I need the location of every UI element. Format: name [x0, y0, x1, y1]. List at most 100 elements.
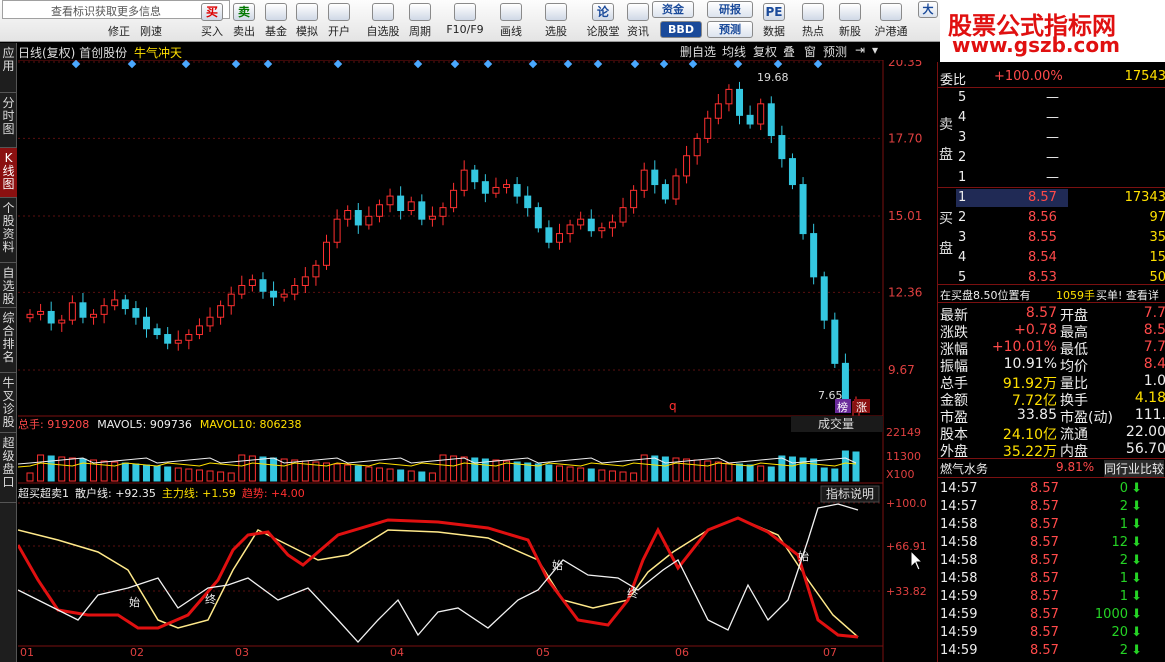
nav-tab-5[interactable]: 综合排名: [0, 308, 17, 373]
chart-header-button[interactable]: 均线: [722, 43, 746, 60]
candle: [37, 303, 45, 321]
toolbar-button[interactable]: 沪港通: [868, 0, 914, 42]
volume-bar: [534, 463, 542, 482]
main-force-line: [18, 516, 859, 639]
chart-header-button[interactable]: 复权: [753, 43, 777, 60]
chart-header-button[interactable]: 窗: [804, 43, 816, 60]
candle: [841, 353, 849, 407]
level-price: 8.53: [1028, 270, 1057, 285]
nav-tab-4[interactable]: 自选股: [0, 263, 17, 308]
bbd-button[interactable]: BBD: [660, 21, 702, 38]
candle: [291, 278, 299, 301]
candle: [513, 177, 521, 204]
down-arrow-icon: ⬇: [1131, 571, 1142, 586]
research-button[interactable]: 研报: [707, 1, 753, 18]
toolbar-button[interactable]: 自选股: [360, 0, 406, 42]
candle: [365, 206, 373, 230]
volume-bar: [841, 450, 849, 482]
tick-volume: 12: [1111, 535, 1128, 550]
bigorder-link[interactable]: 买单! 查看详: [1096, 287, 1159, 303]
sell-level-row: 2—: [938, 149, 1165, 167]
level-num: 5: [958, 90, 967, 105]
dropdown-icon[interactable]: ▾: [872, 43, 878, 60]
tick-time: 14:58: [940, 535, 978, 550]
tick-row: 14:58 8.57 1 ⬇: [938, 570, 1165, 588]
candle: [439, 202, 447, 226]
buy-level-vol: 97: [1068, 209, 1165, 227]
nav-tab-2[interactable]: K线图: [0, 148, 17, 198]
candle: [323, 234, 331, 270]
f10-button[interactable]: F10/F9: [442, 0, 488, 42]
tick-volume: 0: [1119, 481, 1128, 496]
candle: [153, 323, 161, 340]
pin-icon[interactable]: ⇥: [855, 43, 865, 60]
bang-label: 榜: [837, 400, 848, 414]
candle: [566, 219, 574, 243]
chart-header-button[interactable]: 预测: [823, 43, 847, 60]
big-button[interactable]: 大: [918, 1, 938, 18]
volume-legend: 总手: 919208 MAVOL5: 909736 MAVOL10: 806238: [18, 417, 301, 431]
tick-volume: 2: [1119, 643, 1128, 658]
candle: [736, 81, 744, 125]
chart-header-button[interactable]: 叠: [783, 43, 795, 60]
nav-tab-6[interactable]: 牛叉诊股: [0, 373, 17, 433]
industry-compare-button[interactable]: 同行业比较: [1104, 460, 1165, 477]
volume-bar: [386, 468, 394, 482]
level-volume: 35: [1149, 230, 1165, 245]
candle: [746, 105, 754, 129]
volume-bar: [439, 454, 447, 482]
tick-row: 14:58 8.57 1 ⬇: [938, 516, 1165, 534]
nav-tab-0[interactable]: 应用: [0, 43, 17, 93]
volume-series-value: 919208: [47, 418, 89, 431]
toolbar-button[interactable]: 模拟: [291, 0, 323, 42]
candle: [418, 194, 426, 226]
toolbar-button[interactable]: 论论股堂: [580, 0, 626, 42]
volume-bar: [174, 467, 182, 482]
nav-tab-1[interactable]: 分时图: [0, 93, 17, 148]
candle: [640, 162, 648, 198]
volume-bar: [333, 463, 341, 482]
volume-bar: [79, 458, 87, 482]
candle: [704, 110, 712, 144]
forecast-button[interactable]: 预测: [707, 21, 753, 38]
signal-diamond: [413, 60, 423, 69]
toolbar-button[interactable]: 开户: [323, 0, 355, 42]
stat-value2: 22.00: [1125, 424, 1165, 440]
f10-icon: [454, 3, 476, 21]
toolbar-button[interactable]: 资讯: [622, 0, 654, 42]
volume-bar: [492, 459, 500, 482]
chart-area[interactable]: 20.3517.7015.0112.369.6719.687.65q 榜涨总手: …: [18, 60, 938, 662]
toolbar-button[interactable]: 选股: [540, 0, 572, 42]
toolbar-button[interactable]: 买买入: [196, 0, 228, 42]
fund-button[interactable]: 资金: [652, 1, 694, 18]
toolbar-button[interactable]: 热点: [797, 0, 829, 42]
sse-hk-icon: [880, 3, 902, 21]
candle: [428, 206, 436, 227]
indicator-legend: 超买超卖1 散户线: +92.35 主力线: +1.59 趋势: +4.00: [18, 486, 305, 500]
toolbar-button[interactable]: 新股: [834, 0, 866, 42]
down-arrow-icon: ⬇: [1131, 517, 1142, 532]
stock-title: 日线(复权) 首创股份: [18, 46, 128, 60]
candle: [375, 199, 383, 223]
nav-tab-3[interactable]: 个股资料: [0, 198, 17, 263]
toolbar-button[interactable]: PE 数据: [758, 0, 790, 42]
candle: [471, 164, 479, 190]
toolbar-button[interactable]: 卖卖出: [228, 0, 260, 42]
industry-pct: 9.81%: [1056, 460, 1095, 474]
nav-tab-7[interactable]: 超级盘口: [0, 433, 17, 503]
candle: [47, 301, 55, 331]
chart-header-button[interactable]: 删自选: [680, 43, 716, 60]
stat-value: 33.85: [1016, 407, 1057, 423]
volume-series-name: MAVOL5: [97, 418, 142, 431]
buy-level-row: 1 8.57: [956, 189, 1068, 207]
toolbar-button[interactable]: 周期: [404, 0, 436, 42]
toolbar-button-label: 修正: [108, 25, 130, 38]
toolbar-button[interactable]: 画线: [495, 0, 527, 42]
toolbar-button-label: 新股: [839, 25, 861, 38]
tick-volume: 20: [1111, 625, 1128, 640]
candle: [630, 185, 638, 214]
tick-row: 14:57 8.57 0 ⬇: [938, 480, 1165, 498]
candle: [227, 286, 235, 315]
toolbar-button[interactable]: 基金: [260, 0, 292, 42]
candle: [714, 94, 722, 125]
